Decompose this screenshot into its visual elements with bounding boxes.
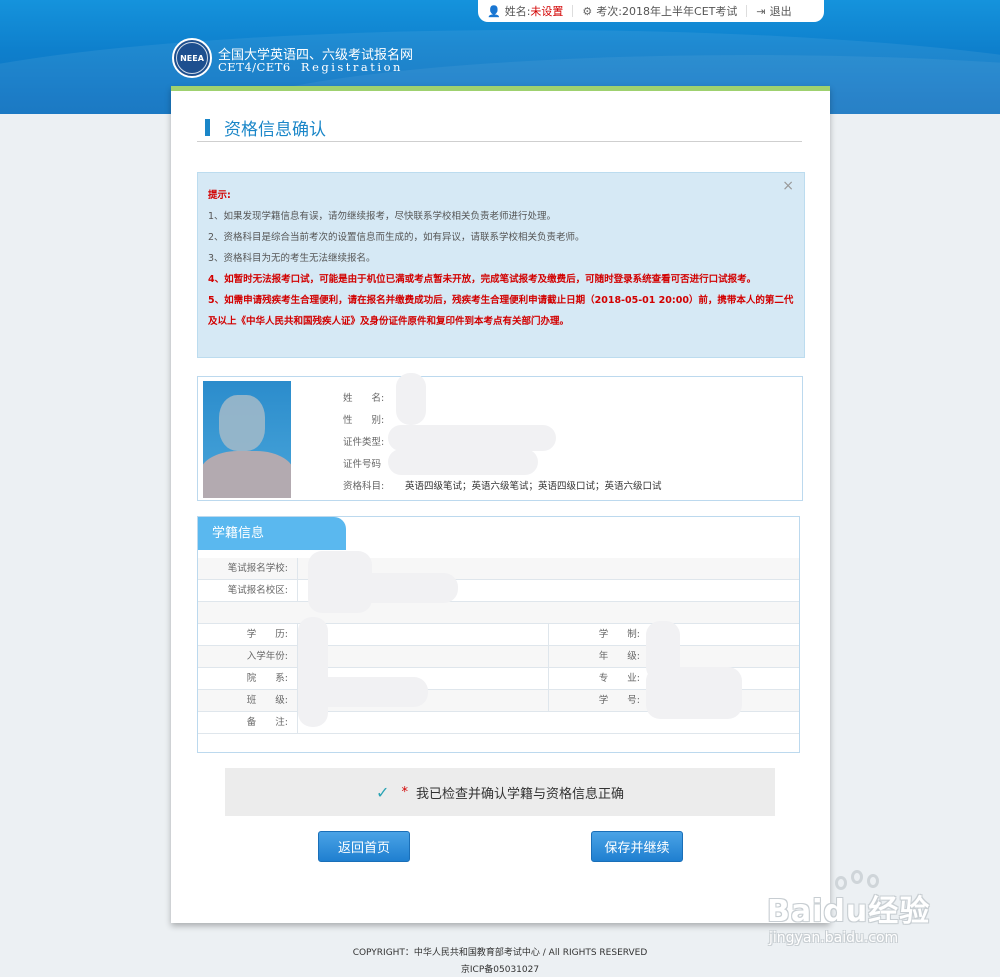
user-name-info: 👤 姓名: 未设置 <box>478 0 572 22</box>
logout-link[interactable]: ⇥ 退出 <box>747 0 800 22</box>
exam-value: 2018年上半年CET考试 <box>622 5 738 18</box>
back-home-button[interactable]: 返回首页 <box>318 831 410 862</box>
icp-text: 京ICP备05031027 <box>460 965 540 975</box>
major-label: 专 业: <box>598 673 640 684</box>
redaction-blur <box>298 617 328 727</box>
photo-body-blur <box>203 451 291 498</box>
logout-icon: ⇥ <box>756 4 766 18</box>
section-title-text: 资格信息确认 <box>224 119 326 140</box>
education-row: 学 历: 学 制: <box>198 624 799 646</box>
duration-label: 学 制: <box>598 629 640 640</box>
gender-field-label: 性 别: <box>343 415 385 426</box>
exam-info: ⚙ 考次: 2018年上半年CET考试 <box>573 0 746 22</box>
name-value: 未设置 <box>530 5 564 18</box>
check-icon: ✓ <box>376 782 390 802</box>
divider <box>297 580 298 602</box>
education-label: 学 历: <box>246 629 288 640</box>
notice-item-warning: 5、如需申请残疾考生合理便利，请在报名并缴费成功后，残疾考生合理便利申请截止日期… <box>208 295 794 327</box>
notice-heading: 提示: <box>208 190 231 201</box>
watermark-main: Baidu经验 <box>767 894 931 929</box>
notice-item: 2、资格科目是综合当前考次的设置信息而生成的，如有异议，请联系学校相关负责老师。 <box>208 232 585 243</box>
spacer-row <box>198 602 799 624</box>
notice-box: × 提示: 1、如果发现学籍信息有误，请勿继续报考，尽快联系学校相关负责老师进行… <box>197 172 805 358</box>
baidu-watermark: Baidu经验 jingyan.baidu.com <box>765 870 965 960</box>
dept-label: 院 系: <box>246 673 288 684</box>
title-underline <box>197 141 802 142</box>
id-number-label: 证件号码 <box>343 459 382 470</box>
name-field-label: 姓 名: <box>343 393 385 404</box>
grade-label: 年 级: <box>598 651 640 662</box>
student-number-label: 学 号: <box>598 695 640 706</box>
redaction-blur <box>308 677 428 707</box>
campus-row: 笔试报名校区: <box>198 580 799 602</box>
user-icon: 👤 <box>487 4 501 18</box>
close-icon[interactable]: × <box>782 179 794 193</box>
confirm-text: 我已检查并确认学籍与资格信息正确 <box>415 786 624 802</box>
title-bar <box>205 118 210 136</box>
logout-label: 退出 <box>769 5 792 18</box>
id-type-label: 证件类型: <box>343 437 385 448</box>
notice-item: 1、如果发现学籍信息有误，请勿继续报考，尽快联系学校相关负责老师进行处理。 <box>208 211 557 222</box>
logo-text: NEEA <box>176 42 208 74</box>
confirm-checkbox[interactable]: ✓ * 我已检查并确认学籍与资格信息正确 <box>225 768 775 816</box>
required-marker: * <box>401 784 408 800</box>
school-row: 笔试报名学校: <box>198 558 799 580</box>
site-subtitle-cet: CET4/CET6 <box>218 60 291 74</box>
notice-item-warning: 4、如暂时无法报考口试，可能是由于机位已满或考点暂未开放，完成笔试报考及缴费后，… <box>208 274 757 285</box>
school-info-panel: 学籍信息 笔试报名学校: 笔试报名校区: 学 历: 学 制: 入学年份: 年 级… <box>197 516 800 753</box>
candidate-photo <box>203 381 291 498</box>
save-continue-button[interactable]: 保存并继续 <box>591 831 683 862</box>
user-topbar: 👤 姓名: 未设置 ⚙ 考次: 2018年上半年CET考试 ⇥ 退出 <box>478 0 824 22</box>
neea-logo: NEEA <box>172 38 212 78</box>
notice-item: 3、资格科目为无的考生无法继续报名。 <box>208 253 376 264</box>
divider <box>297 558 298 580</box>
candidate-profile: 姓 名: 性 别: 证件类型: 证件号码 资格科目: 英语四级笔试；英语六级笔试… <box>197 373 803 501</box>
year-row: 入学年份: 年 级: <box>198 646 799 668</box>
class-label: 班 级: <box>246 695 288 706</box>
subjects-label: 资格科目: <box>343 481 385 492</box>
campus-label: 笔试报名校区: <box>227 585 288 596</box>
redaction-blur <box>388 425 556 451</box>
redaction-blur <box>646 667 742 719</box>
watermark-url: jingyan.baidu.com <box>769 930 899 946</box>
site-subtitle-registration: Registration <box>300 60 403 74</box>
school-info-tab: 学籍信息 <box>198 517 346 550</box>
site-subtitle: CET4/CET6 Registration <box>218 60 403 74</box>
year-label: 入学年份: <box>246 651 288 662</box>
redaction-blur <box>396 373 426 425</box>
school-label: 笔试报名学校: <box>227 563 288 574</box>
name-label: 姓名: <box>504 5 531 18</box>
redaction-blur <box>388 449 538 475</box>
exam-icon: ⚙ <box>582 4 593 18</box>
section-title: 资格信息确认 <box>205 116 326 140</box>
subjects-value: 英语四级笔试；英语六级笔试；英语四级口试；英语六级口试 <box>405 481 662 492</box>
exam-label: 考次: <box>596 5 623 18</box>
redaction-blur <box>308 573 458 603</box>
photo-head-blur <box>219 395 265 451</box>
remark-label: 备 注: <box>246 717 288 728</box>
